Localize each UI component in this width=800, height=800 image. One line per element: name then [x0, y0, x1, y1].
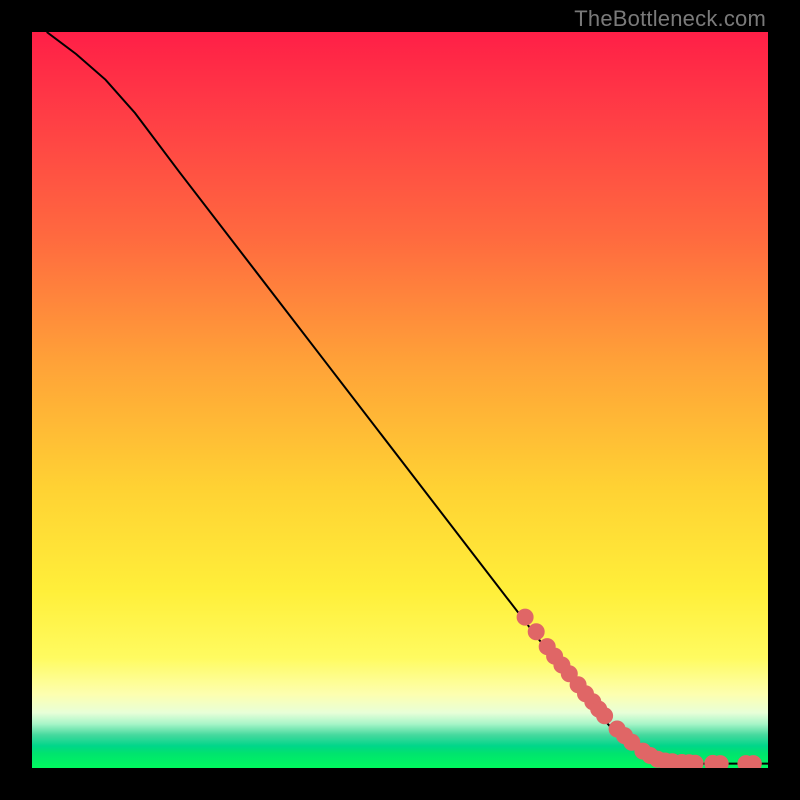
chart-frame: TheBottleneck.com [0, 0, 800, 800]
data-point [745, 756, 761, 768]
chart-curve [47, 32, 768, 764]
watermark-text: TheBottleneck.com [574, 6, 766, 32]
data-point [597, 708, 613, 724]
data-point [517, 609, 533, 625]
data-point [528, 624, 544, 640]
data-point [712, 756, 728, 768]
data-point [687, 755, 703, 768]
chart-plot-area [32, 32, 768, 768]
chart-overlay [32, 32, 768, 768]
chart-scatter-points [517, 609, 761, 768]
